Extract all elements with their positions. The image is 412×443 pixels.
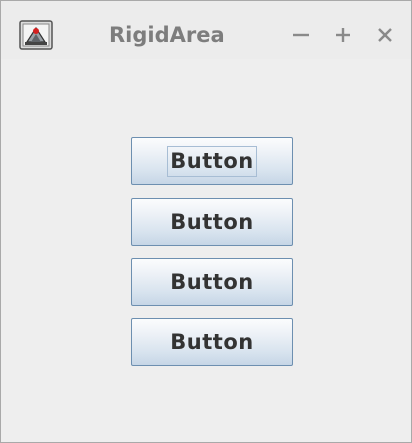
title-bar[interactable]: RigidArea — [1, 1, 411, 59]
minus-icon — [293, 33, 309, 37]
button-3-label: Button — [170, 269, 254, 294]
close-button[interactable] — [367, 15, 403, 55]
button-1-label: Button — [167, 145, 257, 177]
button-4[interactable]: Button — [131, 318, 293, 366]
button-4-label: Button — [170, 329, 254, 354]
content-pane: Button Button Button Button — [1, 59, 411, 442]
x-icon — [378, 28, 392, 42]
app-window: RigidArea Button Button Button Button — [0, 0, 412, 443]
button-3[interactable]: Button — [131, 258, 293, 306]
minimize-button[interactable] — [283, 15, 319, 55]
button-2-label: Button — [170, 209, 254, 234]
java-app-icon[interactable] — [19, 20, 53, 50]
button-1[interactable]: Button — [131, 137, 293, 185]
maximize-button[interactable] — [325, 15, 361, 55]
plus-icon — [336, 28, 350, 42]
window-title: RigidArea — [109, 23, 225, 47]
button-2[interactable]: Button — [131, 198, 293, 246]
